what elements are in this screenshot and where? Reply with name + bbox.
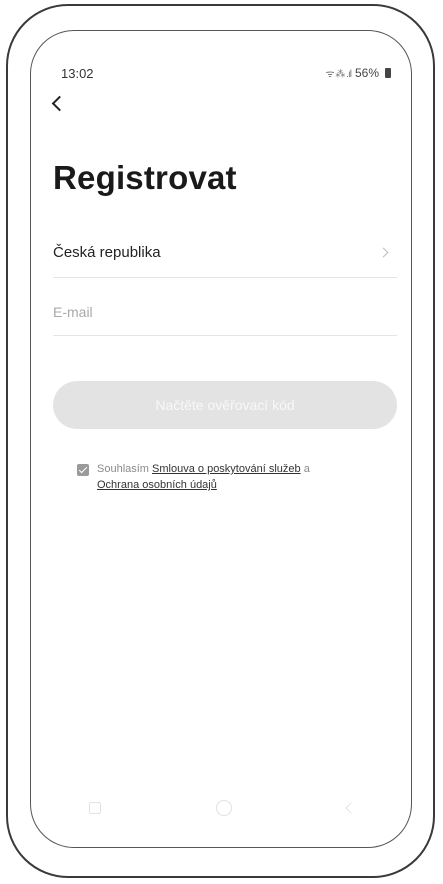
privacy-policy-link[interactable]: Ochrana osobních údajů (97, 479, 217, 491)
chevron-right-icon (378, 247, 389, 257)
consent-row: Souhlasím Smlouva o poskytování služeb a… (77, 461, 377, 493)
back-icon[interactable] (345, 802, 357, 814)
page: 13:02 ᯤ ⁂ .ıl 56% Registrovat Česká repu… (0, 0, 443, 884)
phone-screen: 13:02 ᯤ ⁂ .ıl 56% Registrovat Česká repu… (30, 30, 412, 848)
consent-conjunction: a (303, 463, 310, 475)
country-label: Česká republika (53, 243, 161, 261)
email-field[interactable] (53, 289, 397, 336)
signal-icon: ᯤ ⁂ .ıl (325, 69, 352, 80)
status-time: 13:02 (61, 65, 94, 81)
consent-text: Souhlasím Smlouva o poskytování služeb a… (97, 461, 310, 493)
terms-of-service-link[interactable]: Smlouva o poskytování služeb (152, 463, 301, 475)
get-verification-code-button[interactable]: Načtěte ověřovací kód (53, 381, 397, 429)
home-icon[interactable] (215, 800, 232, 816)
battery-icon (385, 68, 391, 78)
consent-prefix: Souhlasím (97, 463, 149, 475)
recent-apps-icon[interactable] (88, 802, 101, 814)
page-title: Registrovat (53, 159, 237, 196)
consent-checkbox[interactable] (77, 464, 89, 476)
system-nav-bar (31, 793, 411, 823)
status-bar: 13:02 ᯤ ⁂ .ıl 56% (61, 61, 391, 85)
chevron-left-icon (51, 95, 67, 111)
back-button[interactable] (45, 91, 69, 115)
country-selector[interactable]: Česká republika (53, 227, 397, 278)
status-indicators: ᯤ ⁂ .ıl 56% (325, 66, 391, 80)
battery-percent: 56% (354, 66, 379, 80)
